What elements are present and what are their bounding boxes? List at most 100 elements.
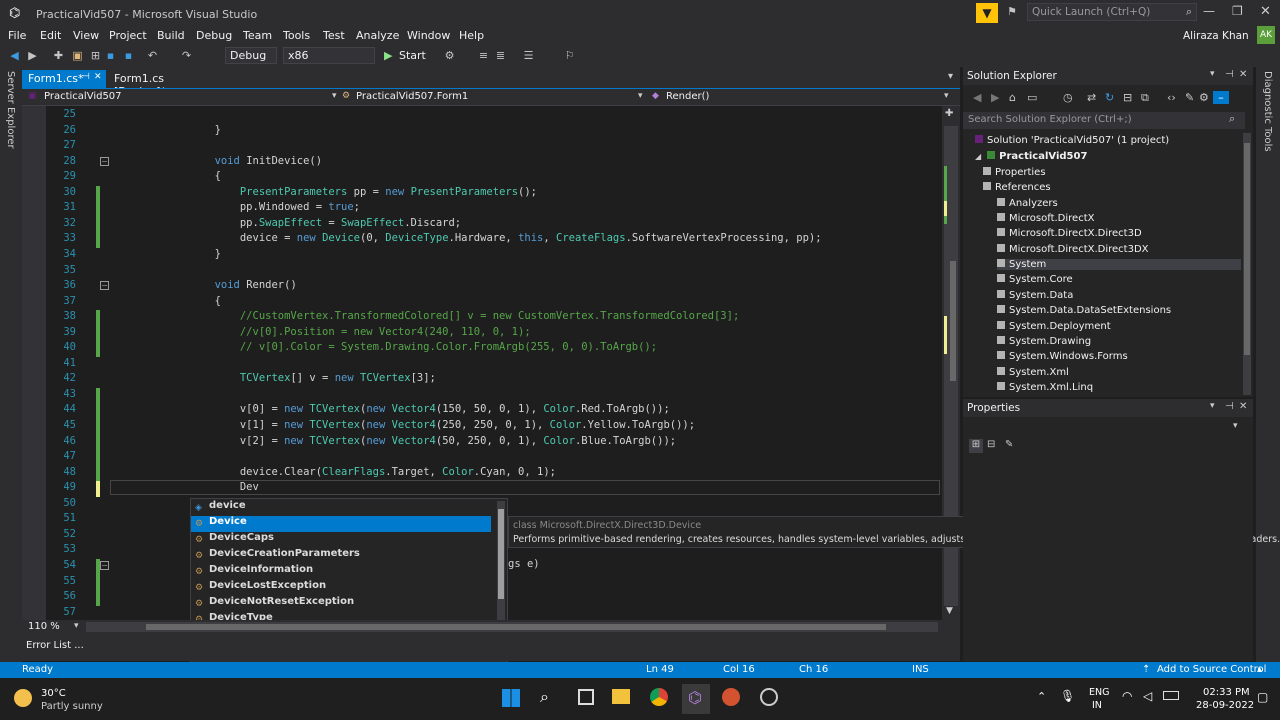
settings-icon[interactable]: ⚙ — [1199, 91, 1209, 104]
zoom-level[interactable]: 110 % — [28, 621, 60, 632]
chrome-icon[interactable] — [650, 688, 668, 706]
pending-changes-icon[interactable]: ◷ — [1063, 91, 1073, 104]
project-node[interactable]: ◢ PracticalVid507 — [975, 151, 1087, 162]
save-icon[interactable]: ▪ — [104, 49, 117, 62]
weather-temp[interactable]: 30°C — [41, 688, 66, 699]
microphone-icon[interactable]: 🎙 — [1060, 689, 1075, 703]
tree-node[interactable]: System — [997, 259, 1241, 271]
menu-test[interactable]: Test — [323, 29, 345, 42]
redo-icon[interactable]: ↷ — [180, 49, 193, 62]
user-name[interactable]: Aliraza Khan — [1183, 30, 1249, 42]
comment-icon[interactable]: ☰ — [522, 49, 535, 62]
menu-team[interactable]: Team — [243, 29, 272, 42]
powerpoint-icon[interactable] — [722, 688, 740, 706]
tree-node[interactable]: Microsoft.DirectX — [997, 213, 1094, 224]
tab-form1-cs[interactable]: Form1.cs* ⊣ ✕ — [22, 70, 106, 89]
intellisense-item[interactable]: ⚙ DeviceNotResetException — [191, 596, 491, 612]
wifi-icon[interactable]: ◠ — [1122, 689, 1132, 703]
scroll-thumb[interactable] — [146, 624, 886, 630]
show-all-files-icon[interactable]: ⧉ — [1141, 91, 1149, 105]
error-list-tab[interactable]: Error List ... — [26, 640, 84, 651]
menu-build[interactable]: Build — [157, 29, 185, 42]
tree-node[interactable]: System.Xml.Linq — [997, 381, 1093, 393]
categorized-icon[interactable]: ⊞ — [969, 439, 983, 453]
tree-node[interactable]: Microsoft.DirectX.Direct3D — [997, 228, 1142, 239]
tree-node[interactable]: System.Data.DataSetExtensions — [997, 305, 1171, 316]
tab-overflow-icon[interactable]: ▾ — [948, 71, 953, 82]
quick-launch-input[interactable]: Quick Launch (Ctrl+Q) ⌕ — [1027, 3, 1197, 21]
intellisense-item[interactable]: ⚙ DeviceCreationParameters — [191, 548, 491, 564]
open-icon[interactable]: ▣ — [71, 49, 84, 62]
weather-icon[interactable] — [14, 689, 32, 707]
tree-node[interactable]: System.Xml — [997, 366, 1069, 378]
intellisense-item[interactable]: ⚙ DeviceInformation — [191, 564, 491, 580]
solution-node[interactable]: Solution 'PracticalVid507' (1 project) — [975, 135, 1169, 146]
project-dropdown[interactable]: ▣ PracticalVid507 ▾ — [28, 91, 338, 104]
intellisense-item[interactable]: ⚙ DeviceCaps — [191, 532, 491, 548]
menu-help[interactable]: Help — [459, 29, 484, 42]
intellisense-item[interactable]: ⚙ DeviceLostException — [191, 580, 491, 596]
tree-node[interactable]: System.Windows.Forms — [997, 351, 1128, 362]
scroll-thumb[interactable] — [950, 261, 956, 381]
forward-icon[interactable]: ▶ — [991, 91, 999, 104]
scroll-thumb[interactable] — [1244, 143, 1250, 355]
chevron-down-icon[interactable]: ▾ — [1210, 69, 1215, 79]
pin-icon[interactable]: ⊣ — [82, 72, 90, 82]
chevron-down-icon[interactable]: ▾ — [1233, 421, 1238, 431]
chevron-down-icon[interactable]: ▾ — [1210, 401, 1215, 411]
menu-analyze[interactable]: Analyze — [356, 29, 399, 42]
weather-desc[interactable]: Partly sunny — [41, 701, 103, 712]
back-icon[interactable]: ◀ — [973, 91, 981, 104]
solution-search-input[interactable]: Search Solution Explorer (Ctrl+;) ⌕ — [963, 112, 1245, 129]
editor-hscrollbar[interactable] — [86, 622, 938, 632]
server-explorer-tab[interactable]: Server Explorer — [5, 71, 16, 149]
pin-icon[interactable]: ⊣ — [1225, 69, 1234, 80]
intellisense-item[interactable]: ⚙ Device — [191, 516, 491, 532]
notification-center-icon[interactable]: ▢ — [1257, 690, 1268, 704]
minimize-button[interactable]: — — [1203, 4, 1215, 18]
chevron-up-icon[interactable]: ⌃ — [1037, 690, 1046, 703]
tree-node[interactable]: Properties — [983, 167, 1046, 178]
status-col[interactable]: Col 16 — [723, 664, 755, 675]
format-icon[interactable]: ≣ — [494, 49, 507, 62]
diagnostic-tools-tab[interactable]: Diagnostic Tools — [1262, 71, 1273, 152]
sync-icon[interactable]: ⇄ — [1087, 91, 1096, 104]
tree-node[interactable]: System.Drawing — [997, 335, 1091, 347]
menu-tools[interactable]: Tools — [283, 29, 310, 42]
home-icon[interactable]: ⌂ — [1009, 91, 1016, 104]
add-to-source-control[interactable]: Add to Source Control — [1157, 664, 1266, 675]
switch-views-icon[interactable]: ▭ — [1027, 91, 1037, 104]
collapse-all-icon[interactable]: ⊟ — [1123, 91, 1132, 104]
start-icon[interactable]: ▶ — [384, 49, 392, 62]
menu-file[interactable]: File — [8, 29, 26, 42]
app-icon[interactable] — [760, 688, 778, 706]
view-code-icon[interactable]: ‹› — [1167, 91, 1176, 104]
chevron-up-icon[interactable]: ▴ — [1257, 664, 1262, 675]
menu-debug[interactable]: Debug — [196, 29, 232, 42]
menu-view[interactable]: View — [73, 29, 99, 42]
pin-icon[interactable]: ⊣ — [1225, 401, 1234, 412]
language-eng[interactable]: ENG — [1089, 687, 1109, 698]
avatar[interactable]: AK — [1257, 26, 1275, 44]
start-icon[interactable] — [502, 689, 520, 707]
collapse-toggle-icon[interactable]: − — [100, 281, 109, 291]
file-explorer-icon[interactable] — [612, 689, 630, 704]
clock-time[interactable]: 02:33 PM — [1203, 687, 1250, 698]
start-button[interactable]: Start — [399, 49, 426, 62]
tab-form1-design[interactable]: Form1.cs [Design]* — [108, 70, 218, 98]
undo-icon[interactable]: ↶ — [146, 49, 159, 62]
volume-icon[interactable]: ◁ — [1143, 689, 1152, 703]
scroll-down-icon[interactable]: ▼ — [946, 606, 953, 616]
close-button[interactable]: ✕ — [1260, 4, 1271, 19]
collapse-toggle-icon[interactable]: − — [100, 156, 109, 166]
preview-icon[interactable]: – — [1213, 91, 1229, 104]
expand-icon[interactable]: ◢ — [975, 152, 981, 161]
menu-edit[interactable]: Edit — [40, 29, 61, 42]
status-ln[interactable]: Ln 49 — [646, 664, 674, 675]
class-dropdown[interactable]: ⚙ PracticalVid507.Form1 ▾ — [342, 91, 647, 104]
refresh-icon[interactable]: ↻ — [1105, 91, 1114, 104]
chevron-down-icon[interactable]: ▾ — [74, 621, 79, 631]
task-view-icon[interactable] — [578, 689, 594, 705]
properties-icon[interactable]: ✎ — [1185, 91, 1194, 104]
configuration-dropdown[interactable]: Debug — [225, 47, 277, 64]
